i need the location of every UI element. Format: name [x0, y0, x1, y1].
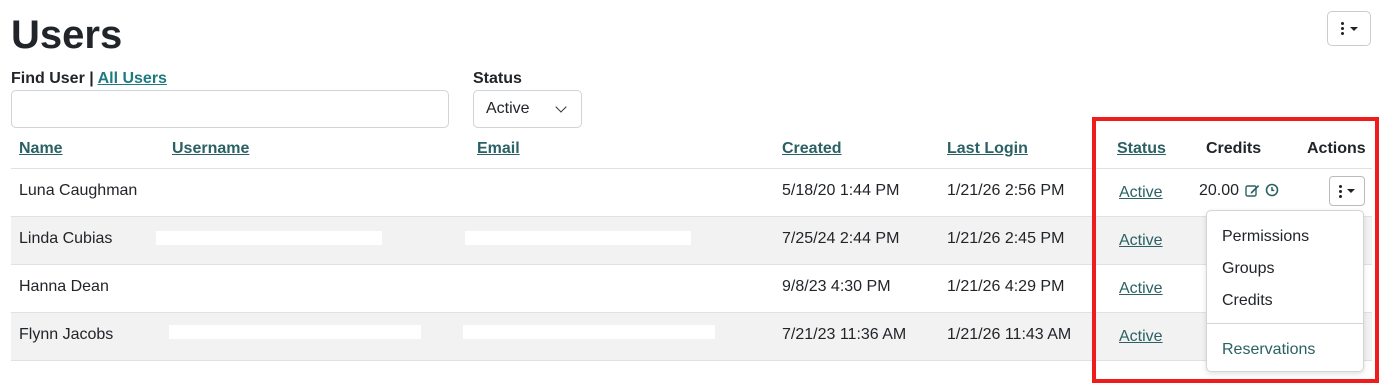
status-filter-value: Active	[486, 100, 530, 117]
credits-value: 20.00	[1199, 182, 1240, 199]
user-name: Hanna Dean	[19, 278, 109, 295]
last-login-date: 1/21/26 4:29 PM	[947, 278, 1065, 295]
menu-item-groups[interactable]: Groups	[1222, 259, 1274, 279]
row-actions-button[interactable]	[1329, 176, 1365, 206]
status-link[interactable]: Active	[1119, 231, 1163, 251]
caret-down-icon	[1347, 189, 1355, 193]
table-row: Flynn Jacobs 7/21/23 11:36 AM 1/21/26 11…	[11, 313, 1372, 361]
find-user-input[interactable]	[11, 90, 449, 128]
vertical-ellipsis-icon	[1339, 184, 1342, 198]
column-header-last-login[interactable]: Last Login	[947, 139, 1028, 159]
row-actions-dropdown: Permissions Groups Credits Reservations	[1206, 210, 1364, 372]
redacted-email	[463, 325, 715, 339]
redacted-username	[156, 231, 382, 245]
created-date: 5/18/20 1:44 PM	[782, 182, 900, 199]
created-date: 7/25/24 2:44 PM	[782, 230, 900, 247]
column-header-username[interactable]: Username	[172, 139, 249, 159]
table-row: Hanna Dean 9/8/23 4:30 PM 1/21/26 4:29 P…	[11, 265, 1372, 313]
column-header-status[interactable]: Status	[1117, 139, 1166, 159]
user-name: Linda Cubias	[19, 230, 113, 247]
menu-item-reservations[interactable]: Reservations	[1222, 340, 1315, 360]
redacted-email	[465, 231, 691, 245]
menu-divider	[1207, 323, 1363, 324]
status-link[interactable]: Active	[1119, 183, 1163, 203]
credit-icons	[1245, 183, 1279, 202]
column-header-created[interactable]: Created	[782, 139, 842, 159]
column-header-credits: Credits	[1206, 140, 1262, 157]
column-header-actions: Actions	[1307, 140, 1366, 157]
chevron-down-icon	[555, 101, 567, 113]
last-login-date: 1/21/26 2:45 PM	[947, 230, 1065, 247]
clock-icon[interactable]	[1265, 183, 1279, 202]
page-title: Users	[11, 13, 123, 57]
last-login-date: 1/21/26 11:43 AM	[947, 326, 1072, 343]
menu-item-permissions[interactable]: Permissions	[1222, 227, 1309, 247]
column-header-name[interactable]: Name	[19, 139, 63, 159]
user-name: Flynn Jacobs	[19, 326, 114, 343]
last-login-date: 1/21/26 2:56 PM	[947, 182, 1065, 199]
caret-down-icon	[1349, 26, 1358, 31]
status-link[interactable]: Active	[1119, 279, 1163, 299]
created-date: 9/8/23 4:30 PM	[782, 278, 891, 295]
label-separator: |	[84, 70, 98, 87]
vertical-ellipsis-icon	[1340, 22, 1344, 35]
all-users-link[interactable]: All Users	[98, 70, 167, 87]
column-header-email[interactable]: Email	[477, 139, 520, 159]
find-user-label-group: Find User | All Users	[11, 69, 167, 89]
status-filter-select[interactable]: Active	[473, 90, 582, 128]
table-row: Luna Caughman 5/18/20 1:44 PM 1/21/26 2:…	[11, 169, 1372, 217]
user-name: Luna Caughman	[19, 182, 138, 199]
redacted-username	[169, 325, 421, 339]
page-options-menu-button[interactable]	[1327, 11, 1371, 46]
menu-item-credits[interactable]: Credits	[1222, 291, 1273, 311]
status-link[interactable]: Active	[1119, 327, 1163, 347]
table-row: Linda Cubias 7/25/24 2:44 PM 1/21/26 2:4…	[11, 217, 1372, 265]
status-filter-label: Status	[473, 70, 522, 87]
created-date: 7/21/23 11:36 AM	[782, 326, 907, 343]
find-user-label: Find User	[11, 70, 85, 87]
edit-icon[interactable]	[1245, 183, 1260, 202]
